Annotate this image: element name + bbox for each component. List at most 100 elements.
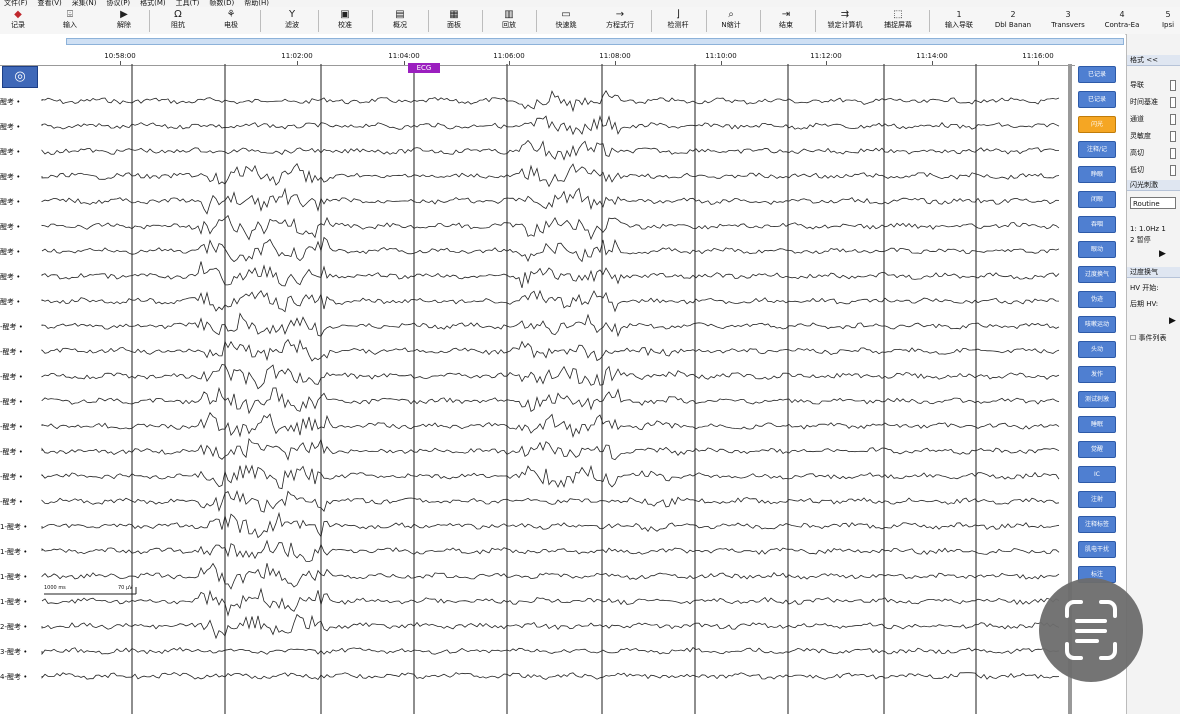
toolbar-button[interactable]: 5 Ipsi [1142, 9, 1180, 29]
montage-target-icon[interactable]: ◎ [2, 66, 38, 88]
channel-label[interactable]: 醒考 • [0, 172, 20, 182]
event-button[interactable]: 过度换气 [1078, 266, 1116, 283]
toolbar-button[interactable]: 3 Transvers [1042, 9, 1094, 29]
menu-item[interactable]: 工具(T) [176, 0, 200, 7]
event-button[interactable]: 闪光 [1078, 116, 1116, 133]
toolbar-button[interactable]: Y 滤波 [266, 9, 318, 29]
toolbar-button[interactable]: ⇉ 锁定计算机 [819, 9, 871, 29]
event-button[interactable]: 头动 [1078, 341, 1116, 358]
event-marker[interactable]: ECG [408, 63, 440, 73]
menu-item[interactable]: 文件(F) [4, 0, 28, 7]
toolbar-button[interactable]: ⌋ 检测杆 [652, 9, 704, 29]
event-button[interactable]: 肌电干扰 [1078, 541, 1116, 558]
channel-label[interactable]: -醒考 • [0, 397, 23, 407]
eeg-channel-trace [41, 562, 1060, 590]
channel-labels: 醒考 • 醒考 • 醒考 • 醒考 • 醒考 • 醒考 • 醒考 • 醒考 • 醒考 • -醒考 … [0, 64, 42, 714]
menu-item[interactable]: 格式(M) [140, 0, 166, 7]
hv-section-title[interactable]: 过度换气 [1127, 267, 1180, 278]
toolbar-button[interactable]: 1 输入导联 [933, 9, 985, 29]
format-row-field[interactable] [1170, 131, 1176, 142]
menu-item[interactable]: 查看(V) [38, 0, 62, 7]
channel-label[interactable]: 醒考 • [0, 197, 20, 207]
event-button[interactable]: 睁眼 [1078, 166, 1116, 183]
event-button[interactable]: 已记录 [1078, 91, 1116, 108]
eeg-trace-area[interactable] [0, 64, 1075, 714]
channel-label[interactable]: 2-醒考 • [0, 622, 27, 632]
event-button[interactable]: 注释标签 [1078, 516, 1116, 533]
event-button[interactable]: 已记录 [1078, 66, 1116, 83]
channel-label[interactable]: 1-醒考 • [0, 522, 27, 532]
channel-label[interactable]: 醒考 • [0, 247, 20, 257]
channel-label[interactable]: -醒考 • [0, 497, 23, 507]
channel-label[interactable]: -醒考 • [0, 347, 23, 357]
channel-label[interactable]: 1-醒考 • [0, 572, 27, 582]
format-row-field[interactable] [1170, 165, 1176, 176]
channel-label[interactable]: 醒考 • [0, 222, 20, 232]
event-button[interactable]: 咳嗽运动 [1078, 316, 1116, 333]
channel-label[interactable]: 醒考 • [0, 122, 20, 132]
toolbar-label: Ipsi [1161, 21, 1175, 29]
toolbar-label: 方程式行 [606, 21, 634, 29]
toolbar-button[interactable]: ⬚ 捕捉屏幕 [872, 9, 924, 29]
channel-label[interactable]: 1-醒考 • [0, 597, 27, 607]
event-button[interactable]: 注射 [1078, 491, 1116, 508]
event-button[interactable]: 闭眼 [1078, 191, 1116, 208]
toolbar-button[interactable]: Ω 阻抗 [152, 9, 204, 29]
toolbar-button[interactable]: ⌹ 输入 [44, 9, 96, 29]
channel-label[interactable]: 1-醒考 • [0, 547, 27, 557]
stim-protocol-field[interactable]: Routine [1130, 197, 1176, 209]
toolbar-button[interactable]: ▤ 概况 [374, 9, 426, 29]
event-button[interactable]: 伪迹 [1078, 291, 1116, 308]
format-row-field[interactable] [1170, 97, 1176, 108]
montage-number: 4 [1119, 10, 1125, 19]
event-button[interactable]: 吞咽 [1078, 216, 1116, 233]
toolbar-button[interactable]: ▦ 面板 [428, 9, 480, 29]
toolbar-button[interactable]: ⇥ 结束 [760, 9, 812, 29]
format-row-field[interactable] [1170, 148, 1176, 159]
event-button[interactable]: 眼动 [1078, 241, 1116, 258]
event-button[interactable]: 发作 [1078, 366, 1116, 383]
menu-item[interactable]: 帧数(D) [209, 0, 234, 7]
format-row-field[interactable] [1170, 80, 1176, 91]
toolbar-button[interactable]: → 方程式行 [594, 9, 646, 29]
toolbar-button[interactable]: 4 Contra-Ea [1096, 9, 1148, 29]
toolbar-label: Dbl Banan [994, 21, 1032, 29]
channel-label[interactable]: 4-醒考 • [0, 672, 27, 682]
toolbar-button[interactable]: ▥ 回放 [483, 9, 535, 29]
channel-label[interactable]: -醒考 • [0, 372, 23, 382]
event-button[interactable]: 觉醒 [1078, 441, 1116, 458]
toolbar-button[interactable]: ▭ 快速跳 [540, 9, 592, 29]
time-scrollbar[interactable] [66, 38, 1124, 45]
toolbar-button[interactable]: ▶ 解除 [98, 9, 150, 29]
hv-play-icon[interactable]: ▶ [1169, 316, 1176, 326]
event-button[interactable]: IC [1078, 466, 1116, 483]
toolbar-button[interactable]: 2 Dbl Banan [987, 9, 1039, 29]
play-icon[interactable]: ▶ [1159, 249, 1166, 259]
toolbar-button[interactable]: ⌕ N缩计 [705, 9, 757, 29]
menu-item[interactable]: 采集(N) [72, 0, 97, 7]
channel-label[interactable]: -醒考 • [0, 472, 23, 482]
channel-label[interactable]: 醒考 • [0, 297, 20, 307]
format-row-field[interactable] [1170, 114, 1176, 125]
event-button[interactable]: 睡眠 [1078, 416, 1116, 433]
stim-section-title[interactable]: 闪光刺激 [1127, 180, 1180, 191]
channel-label[interactable]: 醒考 • [0, 272, 20, 282]
channel-label[interactable]: -醒考 • [0, 322, 23, 332]
channel-label[interactable]: 3-醒考 • [0, 647, 27, 657]
channel-label[interactable]: 醒考 • [0, 97, 20, 107]
toolbar-button[interactable]: ◆ 记录 [0, 9, 44, 29]
event-list-link[interactable]: ☐ 事件列表 [1130, 333, 1167, 343]
toolbar-button[interactable]: ⚘ 电极 [205, 9, 257, 29]
menu-item[interactable]: 帮助(H) [244, 0, 269, 7]
channel-label[interactable]: 醒考 • [0, 147, 20, 157]
menu-item[interactable]: 协议(P) [106, 0, 130, 7]
toolbar-label: 检测杆 [667, 21, 689, 29]
event-button[interactable]: 测试刺激 [1078, 391, 1116, 408]
screenshot-fab-button[interactable] [1039, 578, 1143, 682]
format-section-title[interactable]: 格式 << [1127, 55, 1180, 66]
channel-label[interactable]: -醒考 • [0, 422, 23, 432]
menu-bar: 文件(F) 查看(V) 采集(N) 协议(P) 格式(M) 工具(T) 帧数(D) 帮助(H) [0, 0, 1180, 7]
toolbar-button[interactable]: ▣ 校准 [319, 9, 371, 29]
event-button[interactable]: 注释/记 [1078, 141, 1116, 158]
channel-label[interactable]: -醒考 • [0, 447, 23, 457]
